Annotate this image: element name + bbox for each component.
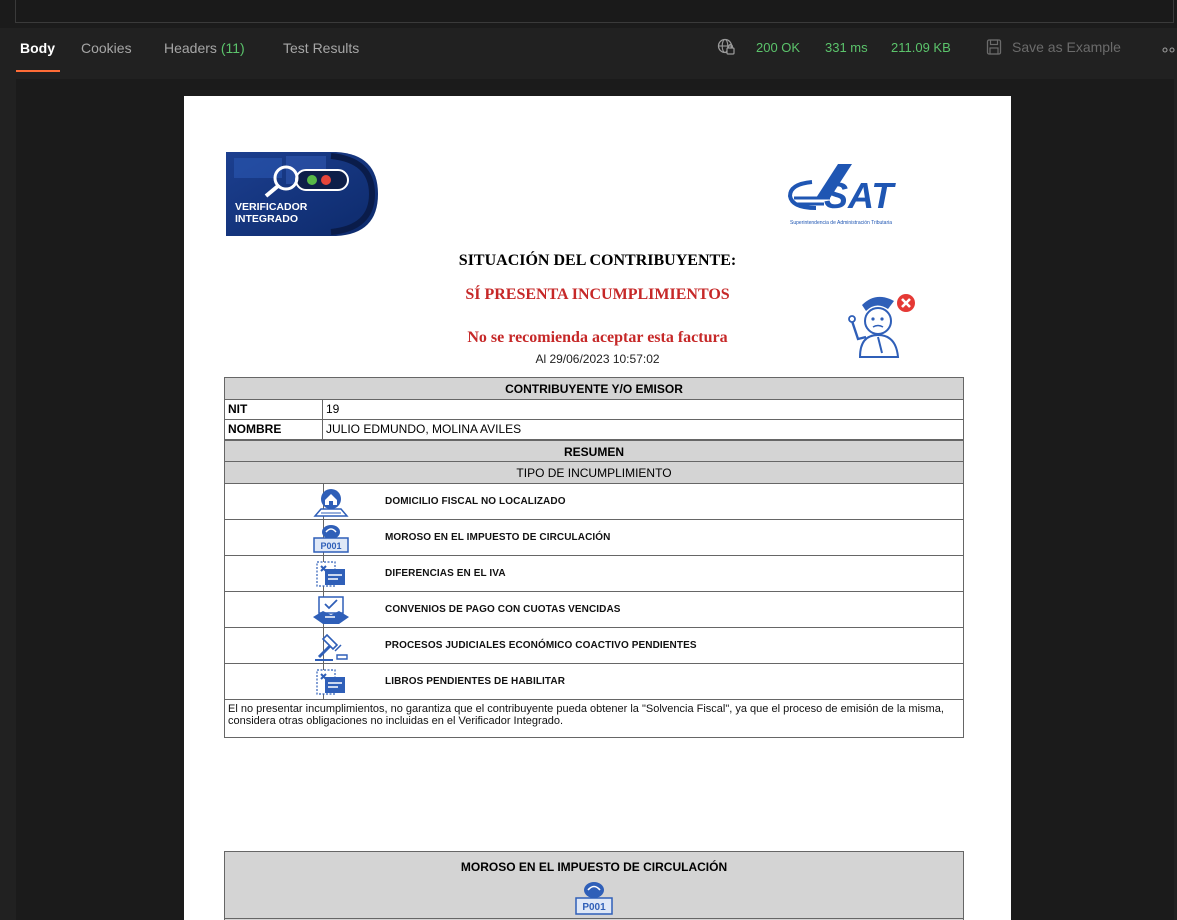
list-item: DIFERENCIAS EN EL IVA: [225, 556, 963, 592]
status-code[interactable]: 200 OK: [756, 40, 800, 55]
icon-cell: [225, 592, 324, 627]
taxpayer-header: CONTRIBUYENTE Y/O EMISOR: [225, 378, 963, 400]
response-time[interactable]: 331 ms: [825, 40, 868, 55]
headers-count: (11): [220, 40, 245, 56]
gavel-icon: [315, 633, 348, 661]
table-divider: [225, 918, 963, 919]
sat-logo: SAT Superintendencia de Administración T…: [787, 164, 896, 226]
incumplimiento-label: LIBROS PENDIENTES DE HABILITAR: [385, 676, 566, 687]
icon-cell: [225, 664, 324, 699]
list-item: DOMICILIO FISCAL NO LOCALIZADO: [225, 484, 963, 520]
type-header: TIPO DE INCUMPLIMIENTO: [225, 462, 963, 484]
save-icon[interactable]: [986, 38, 1002, 56]
vi-logo-text-1: VERIFICADOR: [235, 201, 308, 213]
request-panel-bottom: [15, 0, 1174, 23]
pdf-page: VERIFICADOR INTEGRADO SAT Superintendenc…: [184, 96, 1011, 920]
response-size[interactable]: 211.09 KB: [891, 40, 951, 55]
tab-headers[interactable]: Headers (11): [164, 40, 245, 56]
vehicle-tax-icon: P001: [575, 882, 613, 915]
handshake-agreement-icon: [313, 596, 349, 624]
incumplimiento-label: DIFERENCIAS EN EL IVA: [385, 568, 506, 579]
tab-cookies[interactable]: Cookies: [81, 40, 132, 56]
nit-label: NIT: [225, 400, 323, 420]
tab-body[interactable]: Body: [20, 40, 55, 56]
request-area-edge: [0, 0, 1177, 28]
icon-cell: [225, 628, 324, 663]
sat-logo-text: SAT: [824, 175, 896, 216]
list-item: P001 MOROSO EN EL IMPUESTO DE CIRCULACIÓ…: [225, 520, 963, 556]
tab-headers-label: Headers: [164, 40, 217, 56]
sat-logo-subtitle: Superintendencia de Administración Tribu…: [790, 220, 892, 226]
summary-header: RESUMEN: [225, 440, 963, 462]
incumplimiento-label: PROCESOS JUDICIALES ECONÓMICO COACTIVO P…: [385, 640, 697, 651]
active-tab-indicator: [16, 70, 60, 72]
vehicle-tax-icon: P001: [313, 525, 349, 553]
tab-test-results[interactable]: Test Results: [283, 40, 359, 56]
page-title: SITUACIÓN DEL CONTRIBUYENTE:: [458, 252, 737, 269]
invoice-error-icon: [316, 561, 345, 587]
svg-text:P001: P001: [582, 902, 606, 913]
incumplimiento-label: CONVENIOS DE PAGO CON CUOTAS VENCIDAS: [385, 604, 621, 615]
name-row: NOMBRE JULIO EDMUNDO, MOLINA AVILES: [225, 420, 963, 440]
save-as-example-button[interactable]: Save as Example: [1012, 39, 1121, 55]
warning-person-icon: [848, 294, 915, 358]
incumplimiento-label: MOROSO EN EL IMPUESTO DE CIRCULACIÓN: [385, 532, 611, 543]
vi-logo-text-2: INTEGRADO: [235, 213, 298, 225]
vehicle-tax-table-title: MOROSO EN EL IMPUESTO DE CIRCULACIÓN: [460, 860, 728, 874]
taxpayer-table: CONTRIBUYENTE Y/O EMISOR NIT 19 NOMBRE J…: [224, 377, 964, 738]
list-item: PROCESOS JUDICIALES ECONÓMICO COACTIVO P…: [225, 628, 963, 664]
list-item: LIBROS PENDIENTES DE HABILITAR: [225, 664, 963, 700]
icon-cell: [225, 484, 324, 519]
vehicle-tax-table: MOROSO EN EL IMPUESTO DE CIRCULACIÓN P00…: [224, 851, 964, 920]
nit-row: NIT 19: [225, 400, 963, 420]
incumplimiento-label: DOMICILIO FISCAL NO LOCALIZADO: [385, 496, 566, 507]
response-toolbar: Body Cookies Headers (11) Test Results 2…: [0, 28, 1177, 76]
list-item: CONVENIOS DE PAGO CON CUOTAS VENCIDAS: [225, 592, 963, 628]
house-location-icon: [313, 489, 349, 517]
svg-text:P001: P001: [320, 541, 341, 551]
name-label: NOMBRE: [225, 420, 323, 440]
disclaimer-note: El no presentar incumplimientos, no gara…: [228, 703, 944, 727]
network-globe-icon[interactable]: [717, 38, 735, 56]
icon-cell: [225, 556, 324, 591]
icon-cell: [225, 520, 324, 555]
verificador-integrado-logo: VERIFICADOR INTEGRADO: [226, 152, 378, 236]
invoice-error-icon: [316, 669, 345, 695]
more-options-icon[interactable]: [1162, 47, 1177, 53]
name-value: JULIO EDMUNDO, MOLINA AVILES: [326, 422, 522, 436]
nit-value: 19: [326, 402, 340, 416]
